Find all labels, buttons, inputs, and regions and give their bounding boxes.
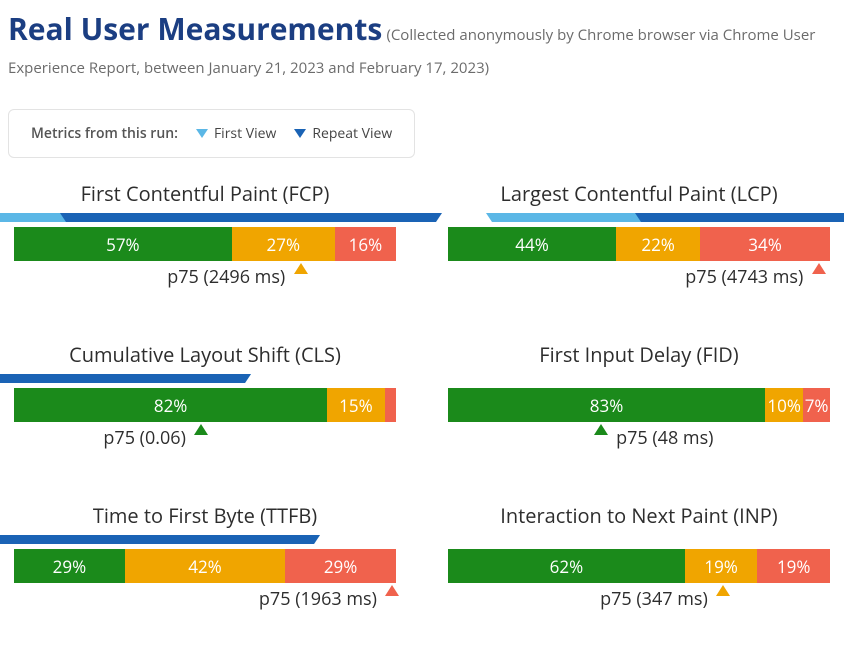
bar-segment-bad: 29%	[285, 549, 396, 583]
repeat-view-marker-icon	[635, 213, 844, 222]
metric-title: Time to First Byte (TTFB)	[14, 502, 396, 529]
metric-card: Interaction to Next Paint (INP)62%19%19%…	[448, 502, 830, 611]
metric-card: Cumulative Layout Shift (CLS) 82%15% p75 (…	[14, 341, 396, 450]
legend-first-view-label: First View	[214, 124, 276, 143]
marker-row	[448, 535, 830, 549]
triangle-down-icon	[294, 129, 306, 138]
p75-marker-icon	[812, 263, 826, 274]
metric-card: Time to First Byte (TTFB) 29%42%29% p75 (1…	[14, 502, 396, 611]
metric-title: Interaction to Next Paint (INP)	[448, 502, 830, 529]
metrics-grid: First Contentful Paint (FCP) 57%27%16% p75…	[8, 180, 836, 611]
legend-repeat-view: Repeat View	[294, 124, 392, 143]
bar-segment-bad: 19%	[757, 549, 830, 583]
p75-marker-icon	[716, 585, 730, 596]
bar-segment-bad: 34%	[700, 227, 830, 261]
repeat-view-marker-icon	[0, 535, 320, 544]
p75-label: p75 (1963 ms)	[259, 587, 377, 611]
metric-title: First Contentful Paint (FCP)	[14, 180, 396, 207]
metric-card: First Contentful Paint (FCP) 57%27%16% p75…	[14, 180, 396, 289]
p75-row: p75 (4743 ms)	[448, 263, 830, 289]
bar-segment-good: 44%	[448, 227, 616, 261]
bar-segment-good: 83%	[448, 388, 765, 422]
repeat-view-marker-icon	[60, 213, 442, 222]
legend-first-view: First View	[196, 124, 276, 143]
p75-label: p75 (48 ms)	[616, 426, 713, 450]
distribution-bar: 44%22%34%	[448, 227, 830, 261]
metric-title: First Input Delay (FID)	[448, 341, 830, 368]
distribution-bar: 82%15%	[14, 388, 396, 422]
p75-label: p75 (0.06)	[103, 426, 186, 450]
p75-marker-icon	[194, 424, 208, 435]
marker-row	[14, 374, 396, 388]
marker-row	[448, 213, 830, 227]
metric-title: Largest Contentful Paint (LCP)	[448, 180, 830, 207]
bar-segment-mid: 19%	[685, 549, 758, 583]
p75-label: p75 (2496 ms)	[167, 265, 285, 289]
bar-segment-bad: 7%	[803, 388, 830, 422]
bar-segment-good: 82%	[14, 388, 327, 422]
legend-box: Metrics from this run: First View Repeat…	[8, 109, 415, 158]
p75-row: p75 (48 ms)	[448, 424, 830, 450]
p75-marker-icon	[385, 585, 399, 596]
metric-title: Cumulative Layout Shift (CLS)	[14, 341, 396, 368]
marker-row	[14, 213, 396, 227]
page-title: Real User Measurements	[8, 8, 382, 49]
distribution-bar: 62%19%19%	[448, 549, 830, 583]
p75-row: p75 (0.06)	[14, 424, 396, 450]
bar-segment-good: 57%	[14, 227, 232, 261]
bar-segment-mid: 22%	[616, 227, 700, 261]
p75-row: p75 (2496 ms)	[14, 263, 396, 289]
bar-segment-good: 62%	[448, 549, 685, 583]
page-header: Real User Measurements (Collected anonym…	[8, 8, 836, 85]
bar-segment-mid: 10%	[765, 388, 803, 422]
distribution-bar: 57%27%16%	[14, 227, 396, 261]
distribution-bar: 83%10%7%	[448, 388, 830, 422]
bar-segment-mid: 42%	[125, 549, 285, 583]
marker-row	[14, 535, 396, 549]
p75-row: p75 (1963 ms)	[14, 585, 396, 611]
bar-segment-bad	[385, 388, 396, 422]
p75-row: p75 (347 ms)	[448, 585, 830, 611]
p75-label: p75 (347 ms)	[600, 587, 708, 611]
legend-label: Metrics from this run:	[31, 124, 178, 143]
triangle-down-icon	[196, 129, 208, 138]
metric-card: Largest Contentful Paint (LCP) 44%22%34% p…	[448, 180, 830, 289]
bar-segment-mid: 27%	[232, 227, 335, 261]
p75-marker-icon	[294, 263, 308, 274]
legend-repeat-view-label: Repeat View	[312, 124, 392, 143]
bar-segment-mid: 15%	[327, 388, 384, 422]
p75-marker-icon	[594, 424, 608, 435]
repeat-view-marker-icon	[0, 374, 251, 383]
distribution-bar: 29%42%29%	[14, 549, 396, 583]
bar-segment-good: 29%	[14, 549, 125, 583]
metric-card: First Input Delay (FID) 83%10%7% p75 (48 m…	[448, 341, 830, 450]
marker-row	[448, 374, 830, 388]
bar-segment-bad: 16%	[335, 227, 396, 261]
p75-label: p75 (4743 ms)	[685, 265, 803, 289]
